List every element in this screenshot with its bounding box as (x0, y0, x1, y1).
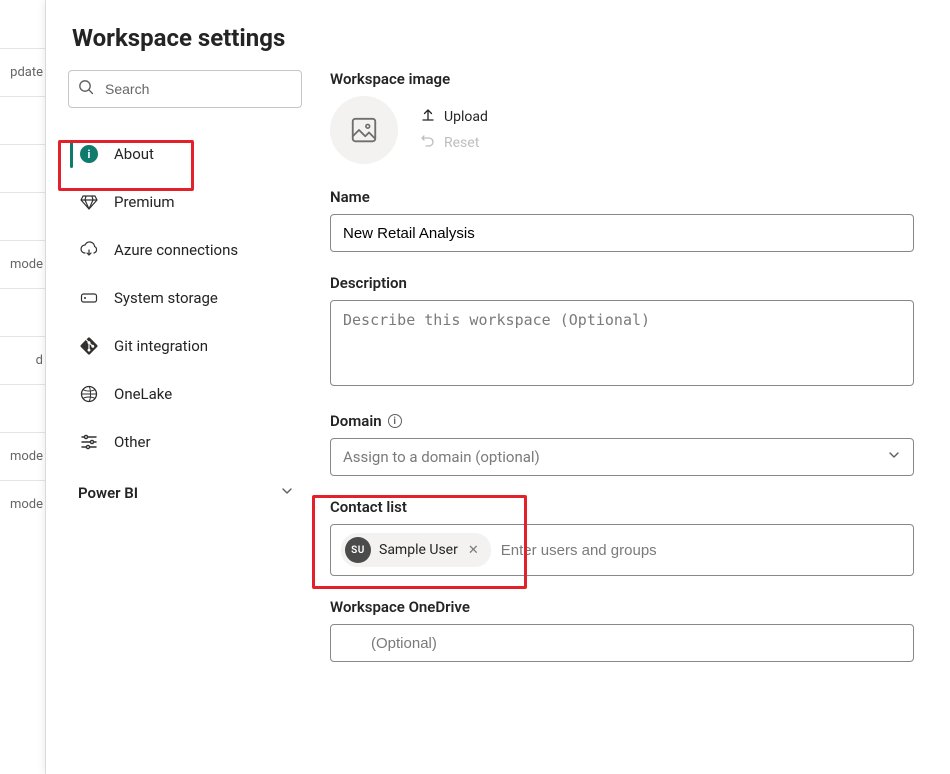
workspace-image-thumb[interactable] (330, 96, 398, 164)
nav-item-about[interactable]: i About (68, 130, 302, 178)
nav-item-git[interactable]: Git integration (68, 322, 302, 370)
contact-list-label: Contact list (330, 498, 914, 516)
domain-label: Domain i (330, 412, 914, 430)
nav-label: Git integration (114, 337, 208, 355)
onedrive-input[interactable] (330, 624, 914, 662)
settings-panel: Workspace settings i About Premium (46, 0, 950, 774)
nav-label: Premium (114, 193, 175, 211)
settings-sidebar: i About Premium Azure connections (68, 70, 302, 684)
undo-icon (420, 133, 436, 153)
domain-select[interactable]: Assign to a domain (optional) (330, 438, 914, 476)
description-label: Description (330, 274, 914, 292)
nav-item-storage[interactable]: System storage (68, 274, 302, 322)
nav-label: About (114, 145, 154, 163)
name-input[interactable] (330, 214, 914, 252)
reset-button: Reset (420, 133, 488, 153)
nav-label: System storage (114, 289, 218, 307)
nav-item-premium[interactable]: Premium (68, 178, 302, 226)
upload-icon (420, 107, 436, 127)
diamond-icon (78, 192, 100, 212)
chip-name: Sample User (379, 542, 458, 558)
bg-row: d (0, 336, 45, 384)
bg-row (0, 0, 45, 48)
section-label: Power BI (78, 484, 138, 502)
panel-title: Workspace settings (68, 24, 914, 52)
chevron-down-icon (280, 484, 294, 502)
bg-row (0, 192, 45, 240)
image-icon (349, 115, 379, 145)
section-powerbi[interactable]: Power BI (68, 466, 302, 502)
storage-icon (78, 288, 100, 308)
upload-label: Upload (444, 109, 488, 125)
chevron-down-icon (887, 448, 901, 466)
bg-row: mode (0, 432, 45, 480)
search-icon (78, 79, 94, 99)
info-icon: i (78, 145, 100, 163)
bg-row: mode (0, 480, 45, 528)
search-input[interactable] (68, 70, 302, 108)
nav-item-other[interactable]: Other (68, 418, 302, 466)
git-icon (78, 336, 100, 356)
bg-row (0, 384, 45, 432)
contact-text-input[interactable] (501, 542, 903, 559)
reset-label: Reset (444, 135, 479, 151)
bg-row: mode (0, 240, 45, 288)
bg-row (0, 288, 45, 336)
sliders-icon (78, 432, 100, 452)
cloud-icon (78, 240, 100, 260)
bg-row: pdate (0, 48, 45, 96)
bg-row (0, 96, 45, 144)
contact-chip: SU Sample User ✕ (341, 533, 491, 567)
avatar: SU (345, 537, 371, 563)
nav-item-azure[interactable]: Azure connections (68, 226, 302, 274)
onedrive-label: Workspace OneDrive (330, 598, 914, 616)
nav-label: Azure connections (114, 241, 238, 259)
contact-list-input[interactable]: SU Sample User ✕ (330, 524, 914, 576)
domain-placeholder: Assign to a domain (optional) (343, 448, 540, 466)
onelake-icon (78, 384, 100, 404)
nav-item-onelake[interactable]: OneLake (68, 370, 302, 418)
upload-button[interactable]: Upload (420, 107, 488, 127)
name-label: Name (330, 188, 914, 206)
description-input[interactable] (330, 300, 914, 386)
bg-row (0, 144, 45, 192)
nav-label: Other (114, 433, 151, 451)
settings-form: Workspace image Upload Reset (330, 70, 914, 684)
chip-remove[interactable]: ✕ (466, 543, 481, 558)
info-icon[interactable]: i (388, 414, 402, 428)
background-cropped-grid: pdate mode d mode mode (0, 0, 46, 774)
nav-label: OneLake (114, 385, 172, 403)
workspace-image-label: Workspace image (330, 70, 914, 88)
